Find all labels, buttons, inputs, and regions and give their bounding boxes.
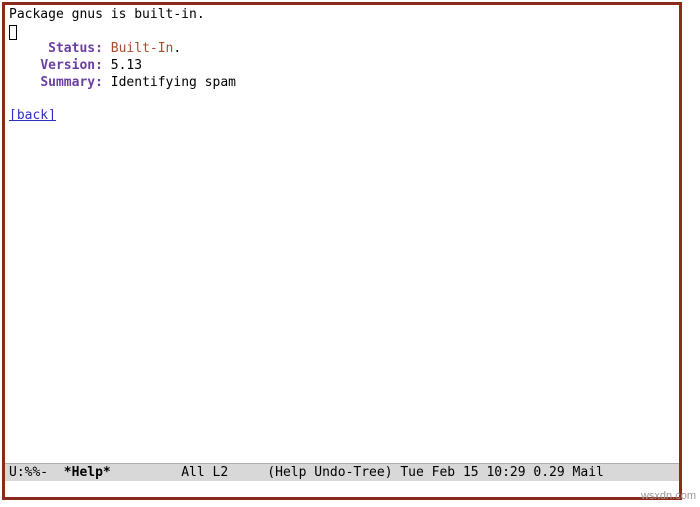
cursor-icon xyxy=(9,25,17,40)
version-line: Version: 5.13 xyxy=(9,58,675,75)
package-header-line: Package gnus is built-in. xyxy=(9,7,675,24)
emacs-window: Package gnus is built-in. Status: Built-… xyxy=(2,2,682,500)
status-punct: . xyxy=(173,41,181,56)
status-value: Built-In xyxy=(111,41,174,56)
back-line: [back] xyxy=(9,108,675,125)
modeline-left: U:%%- xyxy=(9,465,64,480)
watermark: wsxdn.com xyxy=(641,489,696,503)
modeline-buffer-name: *Help* xyxy=(64,465,111,480)
summary-label: Summary: xyxy=(40,75,103,90)
help-buffer[interactable]: Package gnus is built-in. Status: Built-… xyxy=(5,5,679,463)
status-line: Status: Built-In. xyxy=(9,41,675,58)
mode-line[interactable]: U:%%- *Help* All L2 (Help Undo-Tree) Tue… xyxy=(5,463,679,481)
echo-area[interactable] xyxy=(5,481,679,497)
summary-value: Identifying spam xyxy=(111,75,236,90)
version-label: Version: xyxy=(40,58,103,73)
back-link[interactable]: [back] xyxy=(9,108,56,123)
blank-line xyxy=(9,91,675,108)
summary-line: Summary: Identifying spam xyxy=(9,75,675,92)
cursor-line xyxy=(9,24,675,41)
version-value: 5.13 xyxy=(111,58,142,73)
status-label: Status: xyxy=(48,41,103,56)
modeline-mid: All L2 (Help Undo-Tree) Tue Feb 15 10:29… xyxy=(111,465,604,480)
